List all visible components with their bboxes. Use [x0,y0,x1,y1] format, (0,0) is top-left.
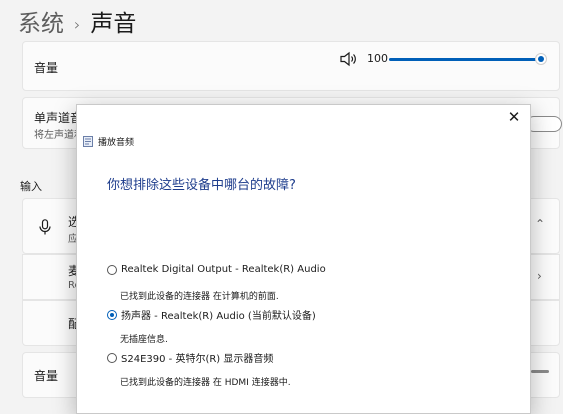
dialog-title: 播放音频 [98,138,135,148]
microphone-icon [39,219,51,235]
output-volume-card: 音量 100 [22,41,560,91]
playback-troubleshooter-dialog: ✕ 播放音频 你想排除这些设备中哪台的故障? Realtek Digital O… [76,104,531,414]
speaker-icon[interactable] [340,51,358,67]
device-option-label: S24E390 - 英特尔(R) 显示器音频 [121,354,274,365]
troubleshooter-app-icon [83,136,93,147]
chevron-up-icon[interactable]: ⌃ [535,217,545,231]
device-option-hdmi-monitor[interactable]: S24E390 - 英特尔(R) 显示器音频 [107,350,273,365]
input-volume-slider-end[interactable] [531,370,549,373]
close-icon[interactable]: ✕ [504,107,524,127]
mono-audio-toggle[interactable] [526,116,562,132]
output-volume-slider-thumb[interactable] [535,53,547,65]
page-title: 声音 [90,11,137,37]
device-option-description: 已找到此设备的连接器 在计算机的前面. [120,292,279,302]
mono-audio-title: 单声道音 [34,111,83,125]
radio-button-selected[interactable] [107,309,117,320]
breadcrumb-system-link[interactable]: 系统 [18,11,64,37]
chevron-right-icon: › [74,15,81,34]
output-volume-slider-track[interactable] [389,58,541,61]
device-option-digital-output[interactable]: Realtek Digital Output - Realtek(R) Audi… [107,264,326,275]
radio-button[interactable] [107,352,117,363]
output-volume-label: 音量 [34,61,59,75]
breadcrumb: 系统 › 声音 [18,4,136,38]
device-option-description: 已找到此设备的连接器 在 HDMI 连接器中. [120,378,291,388]
radio-button[interactable] [107,264,117,275]
device-option-label: Realtek Digital Output - Realtek(R) Audi… [121,264,326,275]
output-volume-value: 100 [367,52,388,65]
input-volume-label: 音量 [34,369,59,383]
chevron-right-icon[interactable]: › [537,269,542,283]
dialog-question: 你想排除这些设备中哪台的故障? [107,178,296,193]
device-option-label: 扬声器 - Realtek(R) Audio (当前默认设备) [121,311,316,322]
device-option-speakers[interactable]: 扬声器 - Realtek(R) Audio (当前默认设备) [107,307,316,322]
device-option-description: 无插座信息. [120,335,168,345]
input-section-title: 输入 [20,180,42,193]
